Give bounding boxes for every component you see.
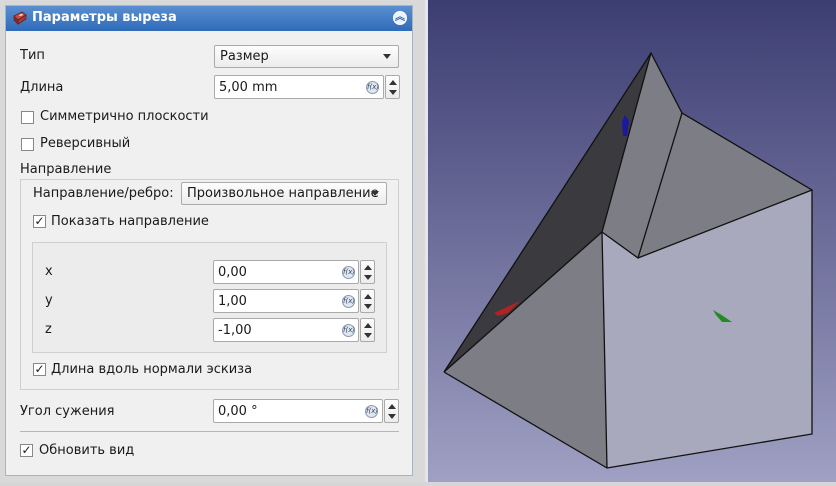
collapse-icon[interactable]: ︽ — [393, 11, 407, 25]
length-stepper[interactable] — [385, 75, 400, 99]
chevron-down-icon — [383, 54, 391, 59]
reversed-label: Реверсивный — [40, 136, 131, 151]
y-input[interactable]: 1,00 f(x) — [213, 289, 359, 313]
direction-edge-value: Произвольное направление — [187, 186, 379, 201]
y-stepper[interactable] — [360, 289, 375, 313]
z-input[interactable]: -1,00 f(x) — [213, 318, 359, 342]
expression-icon[interactable]: f(x) — [342, 266, 355, 279]
arrow-down-icon[interactable] — [389, 90, 397, 95]
update-view-label: Обновить вид — [39, 443, 135, 458]
update-view-checkbox[interactable]: ✓ — [20, 444, 33, 457]
chevron-down-icon — [371, 191, 379, 196]
type-combobox[interactable]: Размер — [214, 45, 399, 68]
taper-label: Угол сужения — [20, 404, 115, 419]
along-normal-checkbox[interactable]: ✓ — [33, 363, 46, 376]
length-input[interactable]: 5,00 mm f(x) — [214, 75, 384, 99]
z-label: z — [45, 322, 52, 337]
direction-edge-label: Направление/ребро: — [33, 186, 174, 201]
length-label: Длина — [20, 80, 64, 95]
taper-stepper[interactable] — [384, 399, 399, 423]
arrow-down-icon[interactable] — [364, 275, 372, 280]
x-stepper[interactable] — [360, 260, 375, 284]
separator — [20, 431, 399, 432]
y-label: y — [45, 293, 53, 308]
reversed-checkbox[interactable] — [21, 138, 34, 151]
expression-icon[interactable]: f(x) — [366, 81, 379, 94]
x-input[interactable]: 0,00 f(x) — [213, 260, 359, 284]
symmetric-checkbox[interactable] — [21, 111, 34, 124]
3d-model-view[interactable] — [428, 0, 836, 482]
show-direction-checkbox[interactable]: ✓ — [33, 215, 46, 228]
expression-icon[interactable]: f(x) — [342, 295, 355, 308]
arrow-up-icon[interactable] — [389, 80, 397, 85]
panel-title: Параметры выреза — [32, 10, 177, 25]
taper-spinbox: 0,00 ° f(x) — [213, 399, 399, 423]
symmetric-label: Симметрично плоскости — [40, 109, 209, 124]
length-spinbox: 5,00 mm f(x) — [214, 75, 400, 99]
y-spinbox: 1,00 f(x) — [213, 289, 375, 313]
expression-icon[interactable]: f(x) — [342, 324, 355, 337]
along-normal-label: Длина вдоль нормали эскиза — [51, 362, 253, 377]
arrow-up-icon[interactable] — [364, 294, 372, 299]
3d-viewport[interactable] — [428, 0, 836, 482]
arrow-up-icon[interactable] — [364, 265, 372, 270]
arrow-down-icon[interactable] — [388, 414, 396, 419]
expression-icon[interactable]: f(x) — [365, 405, 378, 418]
show-direction-label: Показать направление — [51, 214, 209, 229]
arrow-up-icon[interactable] — [364, 323, 372, 328]
arrow-down-icon[interactable] — [364, 304, 372, 309]
task-panel-area: Параметры выреза ︽ Тип Размер Длина 5,00… — [0, 0, 425, 482]
x-spinbox: 0,00 f(x) — [213, 260, 375, 284]
x-label: x — [45, 264, 53, 279]
type-label: Тип — [20, 48, 45, 63]
type-value: Размер — [220, 49, 269, 64]
z-stepper[interactable] — [360, 318, 375, 342]
pocket-icon — [13, 11, 27, 25]
taper-input[interactable]: 0,00 ° f(x) — [213, 399, 383, 423]
arrow-up-icon[interactable] — [388, 404, 396, 409]
panel-header[interactable]: Параметры выреза ︽ — [6, 6, 412, 31]
direction-edge-combobox[interactable]: Произвольное направление — [181, 182, 387, 205]
direction-section-title: Направление — [20, 162, 112, 177]
arrow-down-icon[interactable] — [364, 333, 372, 338]
z-spinbox: -1,00 f(x) — [213, 318, 375, 342]
